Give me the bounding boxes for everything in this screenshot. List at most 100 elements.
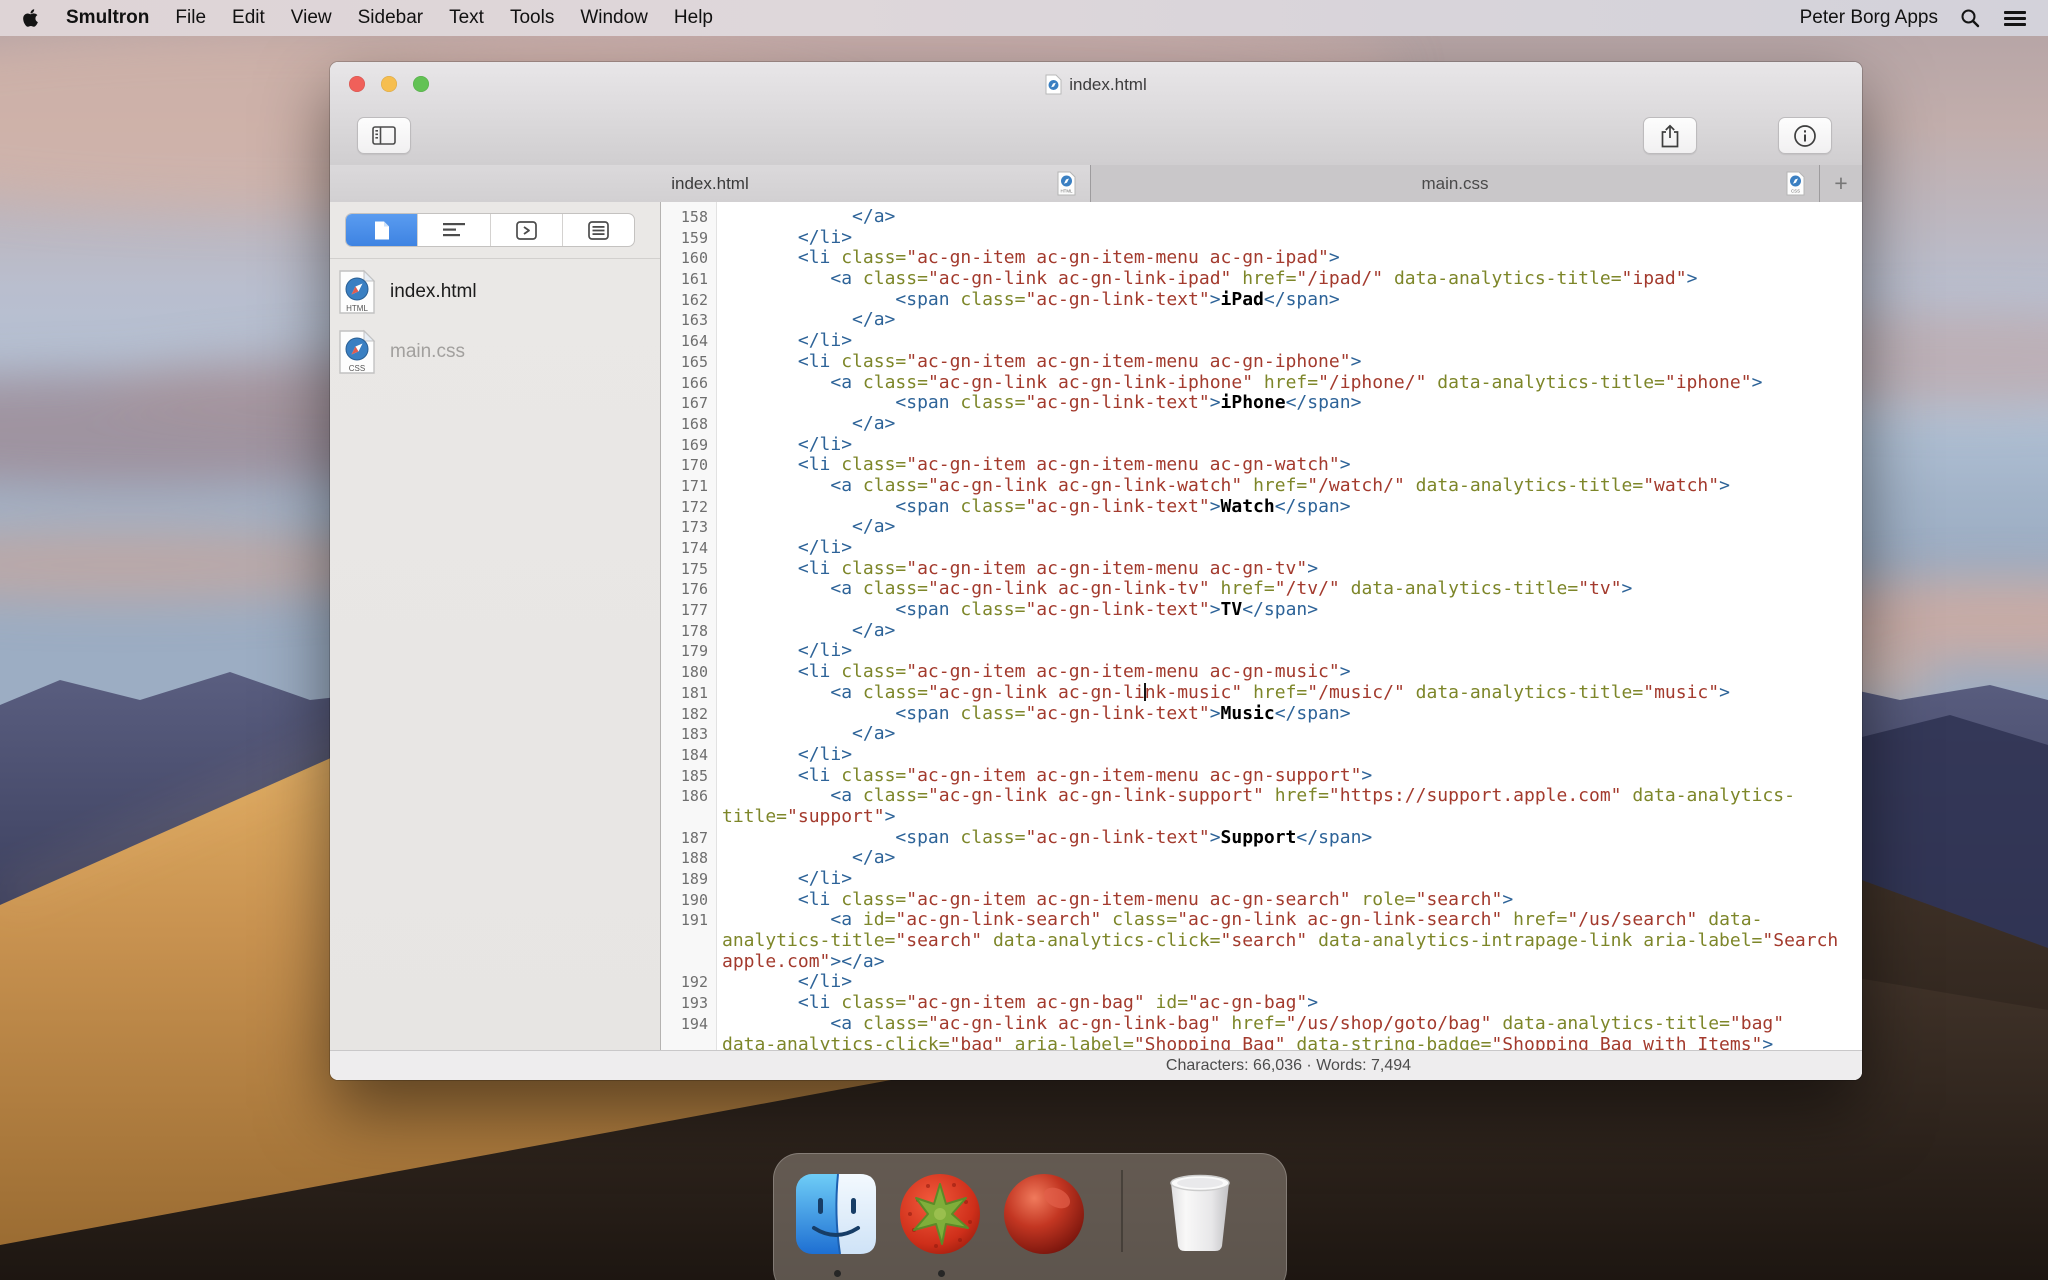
menu-sidebar[interactable]: Sidebar (345, 0, 437, 36)
smultron-window: index.html index.html HTML main.css CSS … (330, 62, 1862, 1080)
segment-outline[interactable] (418, 214, 491, 246)
code-line-165[interactable]: 165 <li class="ac-gn-item ac-gn-item-men… (661, 351, 1862, 373)
code-line-190[interactable]: 190 <li class="ac-gn-item ac-gn-item-men… (661, 889, 1862, 911)
dock (773, 1153, 1287, 1280)
menu-items: Smultron File Edit View Sidebar Text Tools Wind… (53, 0, 726, 36)
menu-bar: Smultron File Edit View Sidebar Text Tools Wind… (0, 0, 2048, 36)
window-title: index.html (1069, 74, 1147, 94)
code-line-159[interactable]: 159 </li> (661, 227, 1862, 249)
code-line-172[interactable]: 172 <span class="ac-gn-link-text">Watch<… (661, 496, 1862, 518)
code-line-171[interactable]: 171 <a class="ac-gn-link ac-gn-link-watc… (661, 475, 1862, 497)
code-line-167[interactable]: 167 <span class="ac-gn-link-text">iPhone… (661, 392, 1862, 414)
code-line-176[interactable]: 176 <a class="ac-gn-link ac-gn-link-tv" … (661, 579, 1862, 600)
menu-window[interactable]: Window (567, 0, 661, 36)
svg-text:HTML: HTML (1061, 189, 1074, 194)
code-line-wrap[interactable]: apple.com"></a> (661, 951, 1862, 973)
toolbar (330, 107, 1862, 165)
code-line-193[interactable]: 193 <li class="ac-gn-item ac-gn-bag" id=… (661, 992, 1862, 1014)
info-button[interactable] (1778, 117, 1832, 154)
file-item-index-html[interactable]: HTML index.html (338, 266, 652, 318)
segment-documents[interactable] (346, 214, 419, 246)
file-name: main.css (390, 341, 465, 362)
css-file-icon: CSS (338, 329, 376, 375)
share-button[interactable] (1643, 117, 1697, 154)
menu-text[interactable]: Text (436, 0, 497, 36)
dock-smultron-icon[interactable] (898, 1172, 982, 1256)
code-line-174[interactable]: 174 </li> (661, 537, 1862, 559)
dock-trash-icon[interactable] (1158, 1172, 1242, 1256)
document-icon (1045, 74, 1062, 95)
html-file-icon: HTML (338, 269, 376, 315)
code-line-wrap[interactable]: title="support"> (661, 806, 1862, 828)
code-line-161[interactable]: 161 <a class="ac-gn-link ac-gn-link-ipad… (661, 268, 1862, 290)
menu-tools[interactable]: Tools (497, 0, 567, 36)
tab-label: main.css (1421, 173, 1489, 193)
code-line-194[interactable]: 194 <a class="ac-gn-link ac-gn-link-bag"… (661, 1013, 1862, 1035)
segment-snippets[interactable] (563, 214, 634, 246)
sidebar-segmented-control (345, 213, 635, 247)
title-bar[interactable]: index.html (330, 62, 1862, 107)
share-icon (1660, 124, 1680, 148)
menu-view[interactable]: View (278, 0, 345, 36)
code-line-wrap[interactable]: analytics-title="search" data-analytics-… (661, 930, 1862, 952)
code-line-170[interactable]: 170 <li class="ac-gn-item ac-gn-item-men… (661, 454, 1862, 476)
code-line-181[interactable]: 181 <a class="ac-gn-link ac-gn-link-musi… (661, 682, 1862, 704)
code-line-182[interactable]: 182 <span class="ac-gn-link-text">Music<… (661, 703, 1862, 725)
html-file-icon: HTML (1057, 171, 1076, 196)
code-line-178[interactable]: 178 </a> (661, 620, 1862, 642)
search-icon[interactable] (1948, 0, 1992, 36)
menu-extra-label[interactable]: Peter Borg Apps (1790, 7, 1948, 29)
desktop: { "menubar": { "items": ["Smultron","Fil… (0, 0, 2048, 1280)
file-name: index.html (390, 281, 477, 302)
menu-smultron[interactable]: Smultron (53, 0, 162, 36)
menu-file[interactable]: File (162, 0, 219, 36)
code-editor[interactable]: 158 </a> 159 </li> 160 <li class="ac-gn-it… (661, 202, 1862, 1051)
new-tab-button[interactable]: + (1820, 165, 1862, 202)
dock-red-ball-icon[interactable] (1002, 1172, 1086, 1256)
code-line-169[interactable]: 169 </li> (661, 434, 1862, 456)
code-rows[interactable]: 158 </a> 159 </li> 160 <li class="ac-gn-it… (661, 206, 1862, 1051)
segment-run[interactable] (491, 214, 563, 246)
code-line-183[interactable]: 183 </a> (661, 723, 1862, 745)
sidebar-toggle-button[interactable] (357, 117, 411, 154)
apple-menu-icon[interactable] (0, 8, 53, 28)
code-line-186[interactable]: 186 <a class="ac-gn-link ac-gn-link-supp… (661, 785, 1862, 807)
code-line-160[interactable]: 160 <li class="ac-gn-item ac-gn-item-men… (661, 248, 1862, 269)
code-line-163[interactable]: 163 </a> (661, 310, 1862, 331)
code-line-189[interactable]: 189 </li> (661, 868, 1862, 890)
tab-label: index.html (671, 173, 749, 193)
file-item-main-css[interactable]: CSS main.css (338, 326, 652, 378)
code-line-168[interactable]: 168 </a> (661, 413, 1862, 435)
dock-finder-icon[interactable] (794, 1172, 878, 1256)
tab-main-css[interactable]: main.css CSS (1091, 165, 1820, 202)
document-page-icon (373, 220, 391, 241)
list-icon[interactable] (1992, 0, 2048, 36)
code-line-wrap[interactable]: data-analytics-click="bag" aria-label="S… (661, 1034, 1862, 1051)
tab-index-html[interactable]: index.html HTML (330, 165, 1091, 202)
snippet-list-icon (588, 220, 609, 240)
code-line-192[interactable]: 192 </li> (661, 972, 1862, 993)
code-line-173[interactable]: 173 </a> (661, 516, 1862, 538)
code-line-185[interactable]: 185 <li class="ac-gn-item ac-gn-item-men… (661, 765, 1862, 787)
text-lines-icon (442, 222, 465, 238)
code-line-164[interactable]: 164 </li> (661, 330, 1862, 352)
css-file-icon: CSS (1786, 171, 1805, 196)
code-line-175[interactable]: 175 <li class="ac-gn-item ac-gn-item-men… (661, 558, 1862, 580)
code-line-188[interactable]: 188 </a> (661, 847, 1862, 869)
finder-running-dot (834, 1270, 841, 1277)
code-line-158[interactable]: 158 </a> (661, 206, 1862, 228)
code-line-162[interactable]: 162 <span class="ac-gn-link-text">iPad</… (661, 289, 1862, 311)
svg-text:CSS: CSS (1791, 189, 1800, 194)
code-line-166[interactable]: 166 <a class="ac-gn-link ac-gn-link-ipho… (661, 372, 1862, 394)
tab-bar: index.html HTML main.css CSS + (330, 165, 1862, 203)
code-line-191[interactable]: 191 <a id="ac-gn-link-search" class="ac-… (661, 910, 1862, 931)
code-line-177[interactable]: 177 <span class="ac-gn-link-text">TV</sp… (661, 599, 1862, 621)
status-bar: Characters: 66,036 · Words: 7,494 (330, 1050, 1862, 1080)
code-line-184[interactable]: 184 </li> (661, 744, 1862, 766)
code-line-179[interactable]: 179 </li> (661, 641, 1862, 662)
code-line-187[interactable]: 187 <span class="ac-gn-link-text">Suppor… (661, 827, 1862, 849)
svg-text:CSS: CSS (349, 364, 365, 373)
code-line-180[interactable]: 180 <li class="ac-gn-item ac-gn-item-men… (661, 661, 1862, 683)
menu-edit[interactable]: Edit (219, 0, 278, 36)
menu-help[interactable]: Help (661, 0, 726, 36)
